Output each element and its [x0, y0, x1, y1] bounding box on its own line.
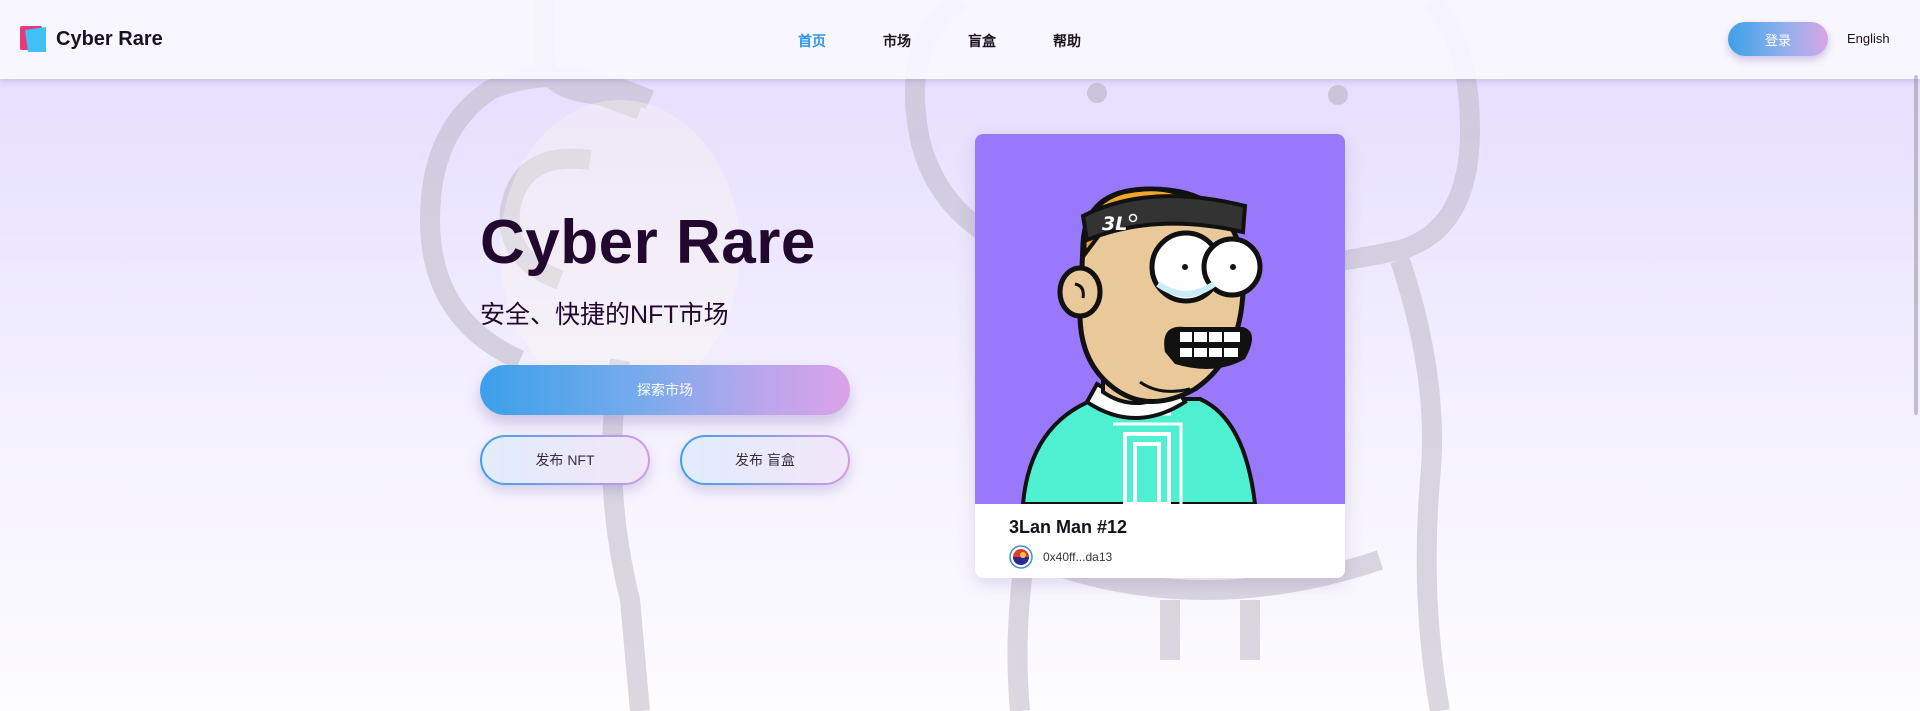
nav-item-blind-box[interactable]: 盲盒 [968, 31, 996, 51]
background-illustration [419, 0, 1481, 711]
nft-artwork: 3L [975, 134, 1345, 506]
nav-item-market[interactable]: 市场 [883, 31, 911, 51]
top-navigation-bar: Cyber Rare 首页 市场 盲盒 帮助 登录 English [0, 0, 1920, 79]
explore-market-button[interactable]: 探索市场 [480, 365, 850, 415]
logo-text: Cyber Rare [56, 27, 163, 50]
main-nav: 首页 市场 盲盒 帮助 [798, 31, 1138, 51]
owner-address: 0x40ff...da13 [1043, 550, 1113, 564]
page-scrollbar[interactable] [1914, 75, 1918, 415]
cap-text: 3L [1102, 213, 1127, 235]
publish-blind-box-button[interactable]: 发布 盲盒 [680, 435, 850, 485]
nft-name: 3Lan Man #12 [1009, 517, 1128, 537]
cyber-rare-logo-icon [20, 26, 46, 52]
publish-nft-button[interactable]: 发布 NFT [480, 435, 650, 485]
logo[interactable]: Cyber Rare [20, 26, 163, 52]
hero-title: Cyber Rare [480, 208, 816, 277]
featured-nft-card[interactable]: 3L 3Lan Man #12 0x40ff...da13 [975, 134, 1345, 578]
nav-item-home[interactable]: 首页 [798, 31, 826, 51]
nav-item-help[interactable]: 帮助 [1053, 31, 1081, 51]
nft-owner[interactable]: 0x40ff...da13 [1009, 545, 1112, 569]
login-button[interactable]: 登录 [1728, 22, 1828, 56]
language-switch[interactable]: English [1847, 31, 1890, 46]
hero-subtitle: 安全、快捷的NFT市场 [480, 301, 729, 329]
owner-avatar-icon [1009, 545, 1033, 569]
